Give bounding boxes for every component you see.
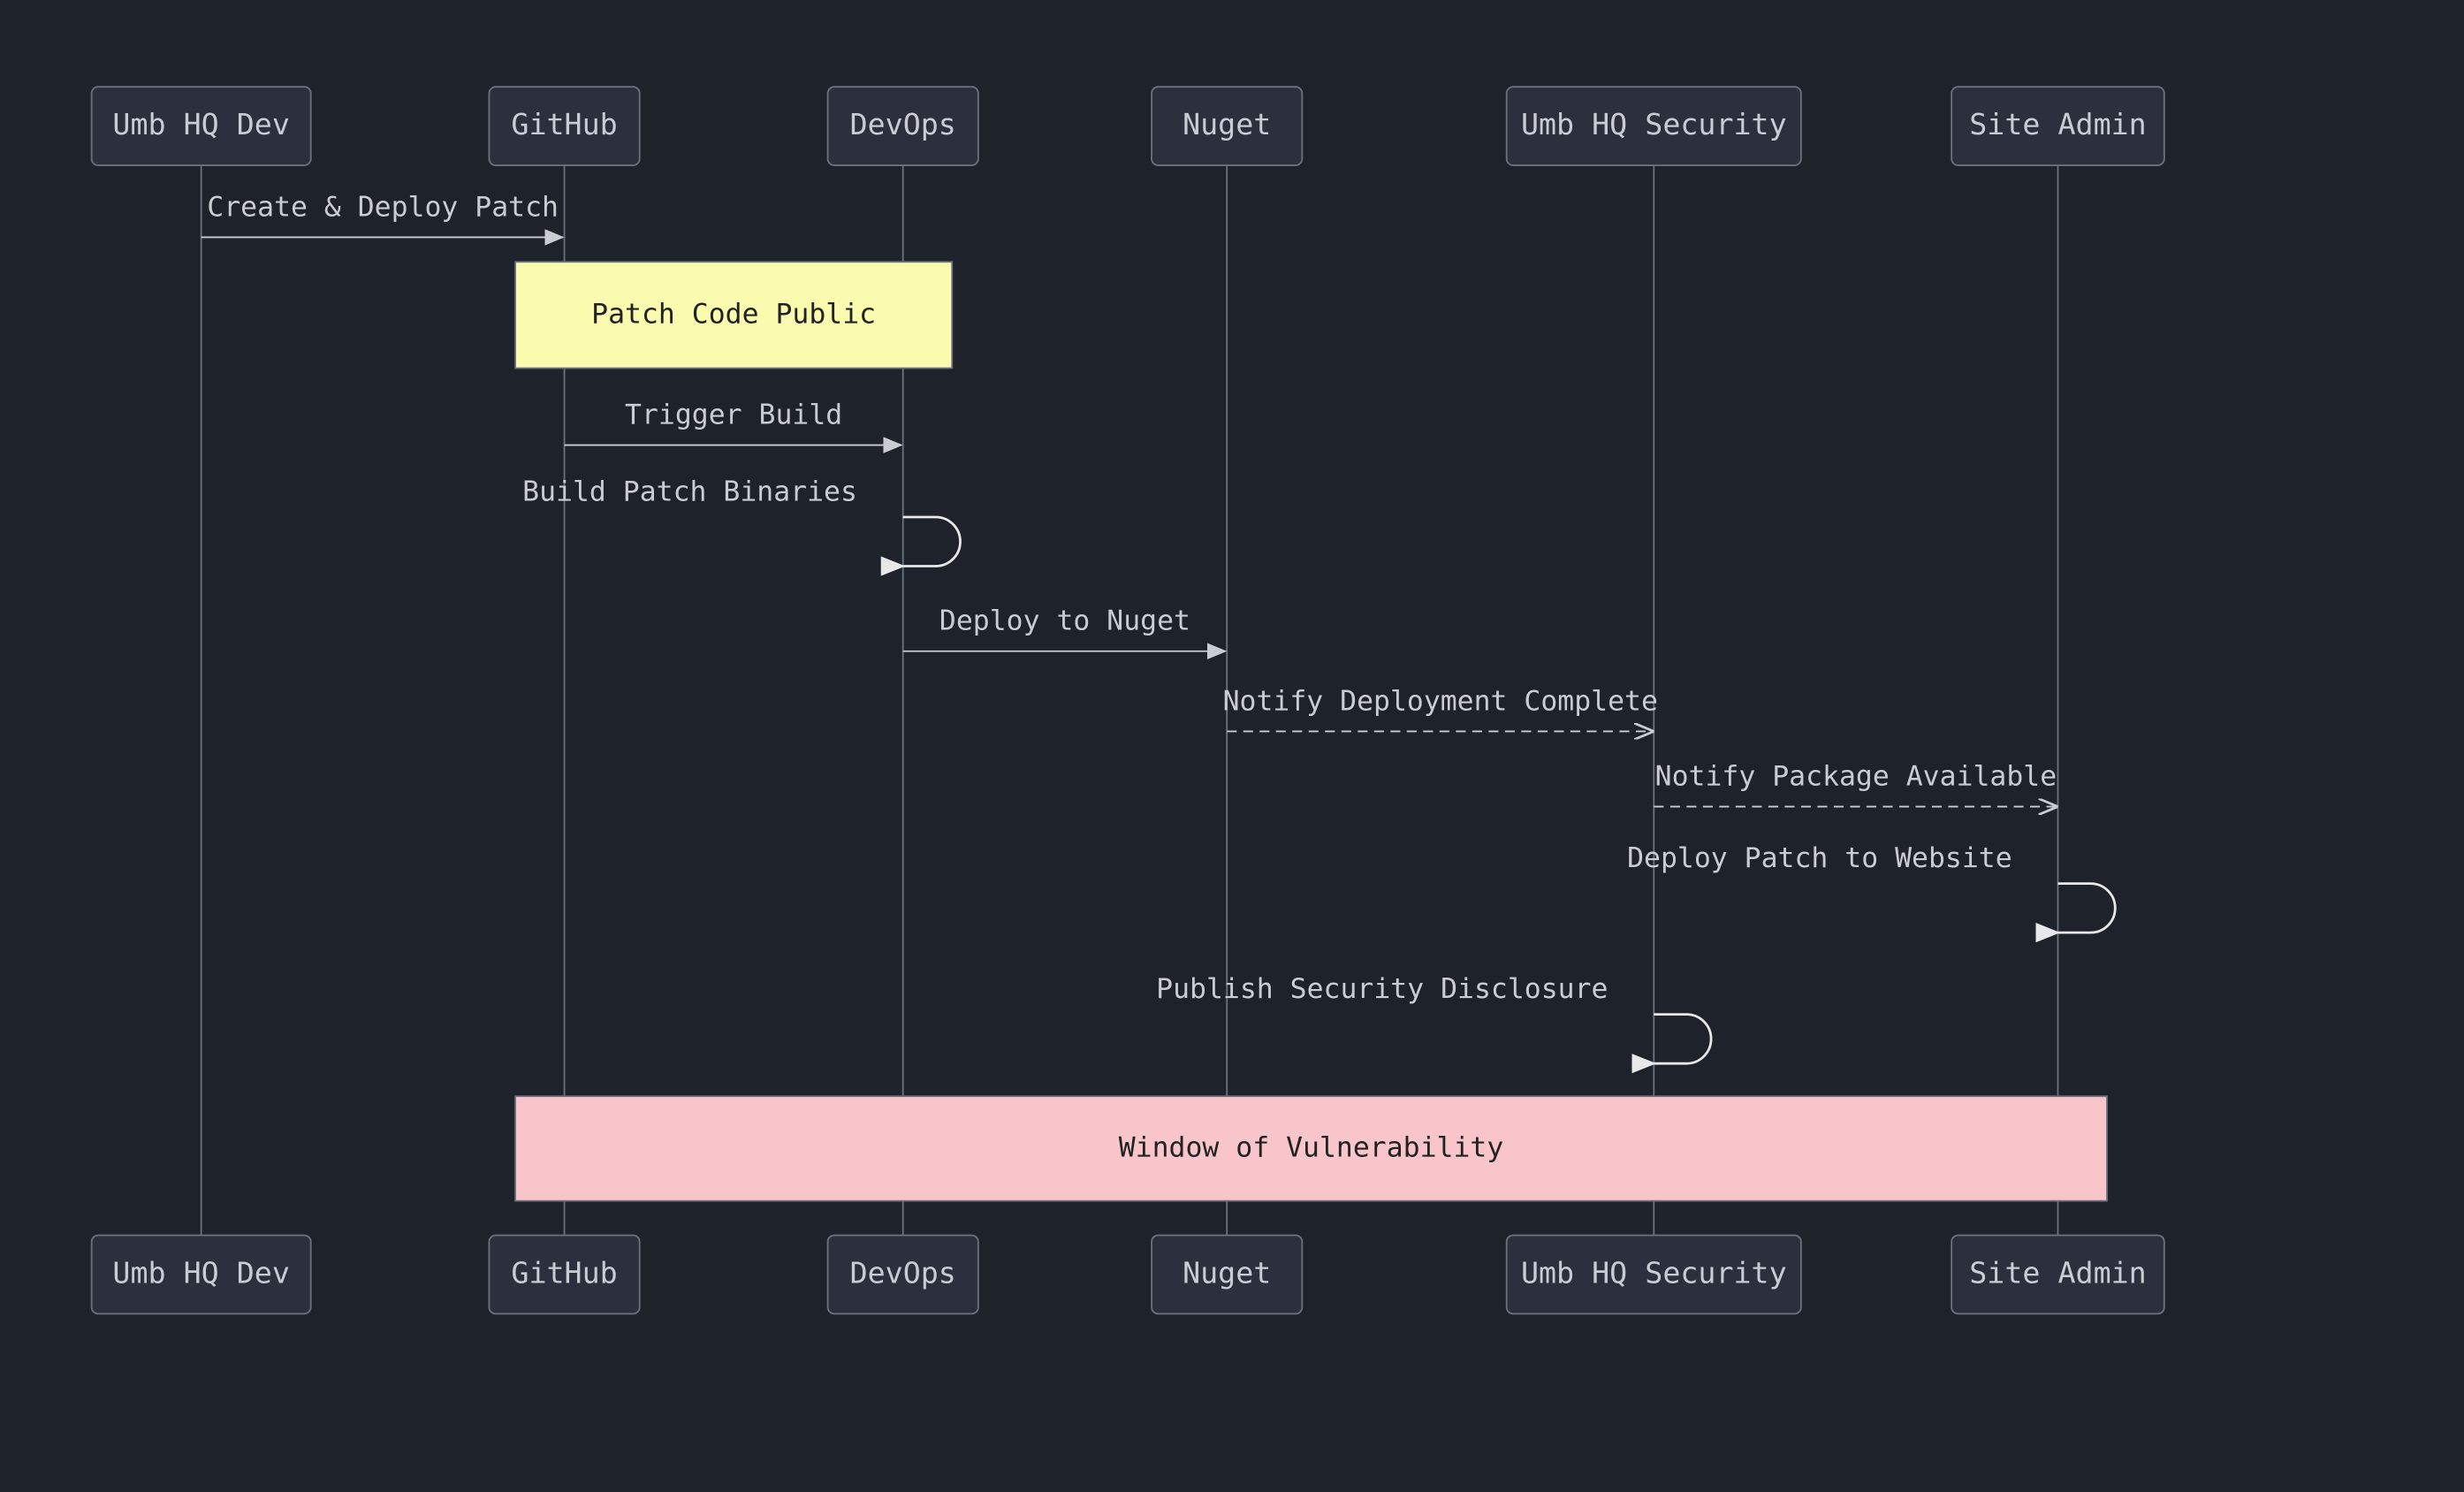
note-label: Window of Vulnerability — [1119, 1131, 1504, 1163]
actor-box-security: Umb HQ Security — [1507, 87, 1801, 165]
self-message-label: Deploy Patch to Website — [1627, 842, 2012, 874]
message-label: Create & Deploy Patch — [207, 191, 559, 223]
actor-label-siteadmin: Site Admin — [1969, 1255, 2146, 1290]
actor-label-nuget: Nuget — [1183, 107, 1271, 141]
actor-box-github: GitHub — [489, 1236, 639, 1314]
actor-label-github: GitHub — [511, 1255, 617, 1290]
actor-label-umbhqdev: Umb HQ Dev — [112, 1255, 289, 1290]
self-message-loop — [903, 517, 961, 567]
message-label: Trigger Build — [625, 399, 842, 430]
self-message-label: Build Patch Binaries — [522, 476, 857, 507]
actor-box-umbhqdev: Umb HQ Dev — [92, 87, 311, 165]
actor-label-devops: DevOps — [850, 1255, 956, 1290]
actor-label-nuget: Nuget — [1183, 1255, 1271, 1290]
actor-box-devops: DevOps — [828, 1236, 978, 1314]
actor-box-umbhqdev: Umb HQ Dev — [92, 1236, 311, 1314]
message-label: Notify Package Available — [1655, 761, 2057, 793]
note-label: Patch Code Public — [591, 298, 876, 330]
actor-box-nuget: Nuget — [1152, 87, 1302, 165]
actor-box-devops: DevOps — [828, 87, 978, 165]
actor-box-siteadmin: Site Admin — [1951, 1236, 2164, 1314]
actor-label-github: GitHub — [511, 107, 617, 141]
self-message-loop — [2057, 884, 2115, 933]
actor-label-umbhqdev: Umb HQ Dev — [112, 107, 289, 141]
actor-label-security: Umb HQ Security — [1521, 1255, 1787, 1290]
sequence-diagram: Umb HQ Dev GitHub DevOps Nuget Umb HQ Securi… — [0, 0, 2415, 1473]
actor-box-security: Umb HQ Security — [1507, 1236, 1801, 1314]
actor-label-devops: DevOps — [850, 107, 956, 141]
actor-label-siteadmin: Site Admin — [1969, 107, 2146, 141]
self-message-label: Publish Security Disclosure — [1156, 973, 1608, 1005]
actor-box-nuget: Nuget — [1152, 1236, 1302, 1314]
actor-box-github: GitHub — [489, 87, 639, 165]
actor-label-security: Umb HQ Security — [1521, 107, 1787, 141]
message-label: Notify Deployment Complete — [1223, 685, 1658, 717]
message-label: Deploy to Nuget — [939, 605, 1190, 637]
actor-box-siteadmin: Site Admin — [1951, 87, 2164, 165]
self-message-loop — [1654, 1015, 1711, 1064]
